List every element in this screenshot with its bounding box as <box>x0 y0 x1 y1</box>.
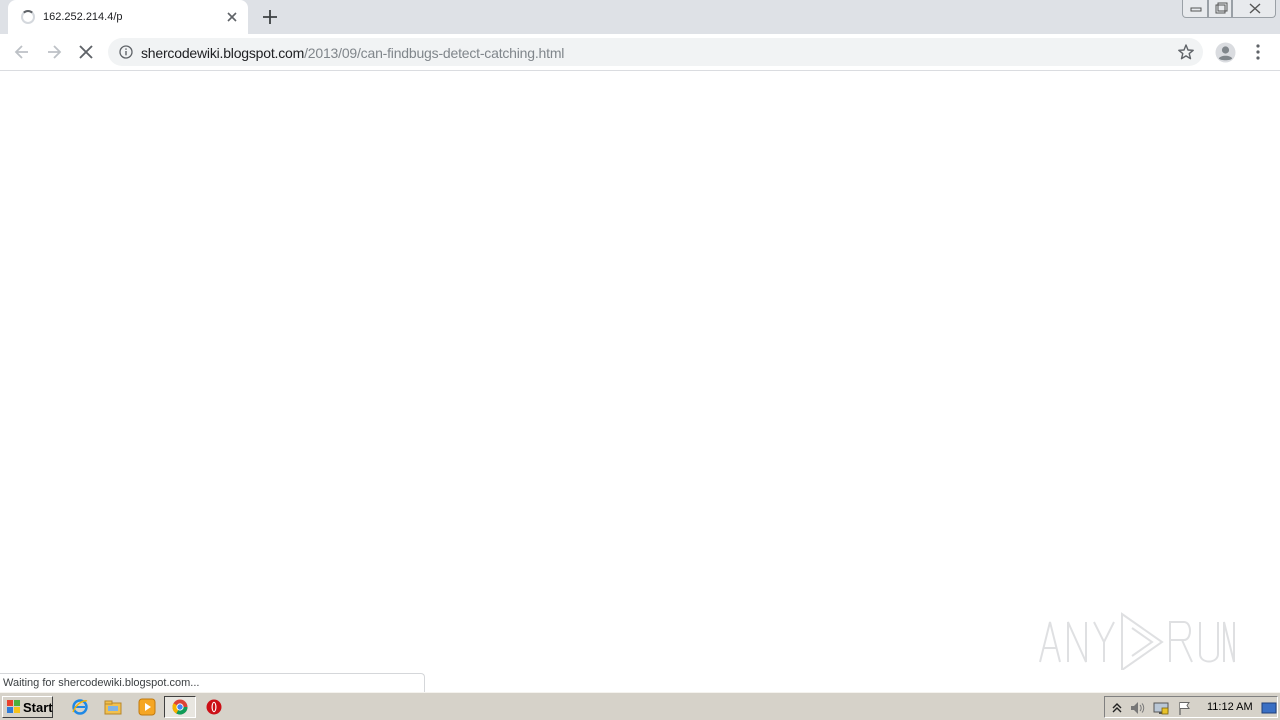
taskbar: Start 11:12 AM <box>0 692 1280 720</box>
avatar-icon[interactable] <box>1215 42 1236 63</box>
url-text: shercodewiki.blogspot.com/2013/09/can-fi… <box>141 45 564 61</box>
forward-icon[interactable] <box>44 42 64 62</box>
volume-icon[interactable] <box>1129 700 1145 716</box>
window-close-icon <box>1249 3 1261 14</box>
tab-title: 162.252.214.4/p <box>43 11 123 23</box>
minimize-icon <box>1190 7 1202 12</box>
tab-strip: 162.252.214.4/p <box>0 0 1280 34</box>
start-label: Start <box>23 700 53 715</box>
network-icon[interactable] <box>1153 700 1169 716</box>
media-player-icon[interactable] <box>138 698 156 716</box>
ie-icon[interactable] <box>71 698 89 716</box>
restore-icon <box>1215 2 1228 14</box>
opera-icon[interactable] <box>205 698 223 716</box>
loading-spinner-icon <box>21 10 35 24</box>
status-bubble: Waiting for shercodewiki.blogspot.com... <box>0 673 425 692</box>
taskbar-chrome-button[interactable] <box>164 696 196 718</box>
clock[interactable]: 11:12 AM <box>1207 701 1253 713</box>
menu-icon[interactable] <box>1250 42 1266 62</box>
window-restore-button[interactable] <box>1208 0 1232 18</box>
start-button[interactable]: Start <box>2 696 53 718</box>
show-desktop-icon[interactable] <box>1261 700 1277 716</box>
stop-icon[interactable] <box>76 42 96 62</box>
window-minimize-button[interactable] <box>1182 0 1208 18</box>
back-icon[interactable] <box>12 42 32 62</box>
explorer-icon[interactable] <box>104 698 122 716</box>
screen: 162.252.214.4/p shercodewiki.blogspot.co… <box>0 0 1280 720</box>
watermark-logo-icon <box>1039 612 1235 670</box>
windows-logo-icon <box>7 700 20 713</box>
browser-tab[interactable]: 162.252.214.4/p <box>8 0 248 34</box>
star-icon[interactable] <box>1177 43 1195 61</box>
window-close-button[interactable] <box>1232 0 1276 18</box>
address-bar[interactable]: shercodewiki.blogspot.com/2013/09/can-fi… <box>108 38 1203 66</box>
url-host: shercodewiki.blogspot.com <box>141 45 305 61</box>
action-center-flag-icon[interactable] <box>1177 700 1193 716</box>
browser-toolbar: shercodewiki.blogspot.com/2013/09/can-fi… <box>0 34 1280 71</box>
url-path: /2013/09/can-findbugs-detect-catching.ht… <box>304 45 565 61</box>
tray-expand-icon[interactable] <box>1109 700 1125 716</box>
info-icon[interactable] <box>119 45 133 59</box>
chrome-icon <box>172 699 188 715</box>
system-tray: 11:12 AM <box>1104 696 1278 718</box>
close-icon[interactable] <box>224 9 240 25</box>
page-content <box>0 72 1280 692</box>
new-tab-icon[interactable] <box>259 6 281 28</box>
